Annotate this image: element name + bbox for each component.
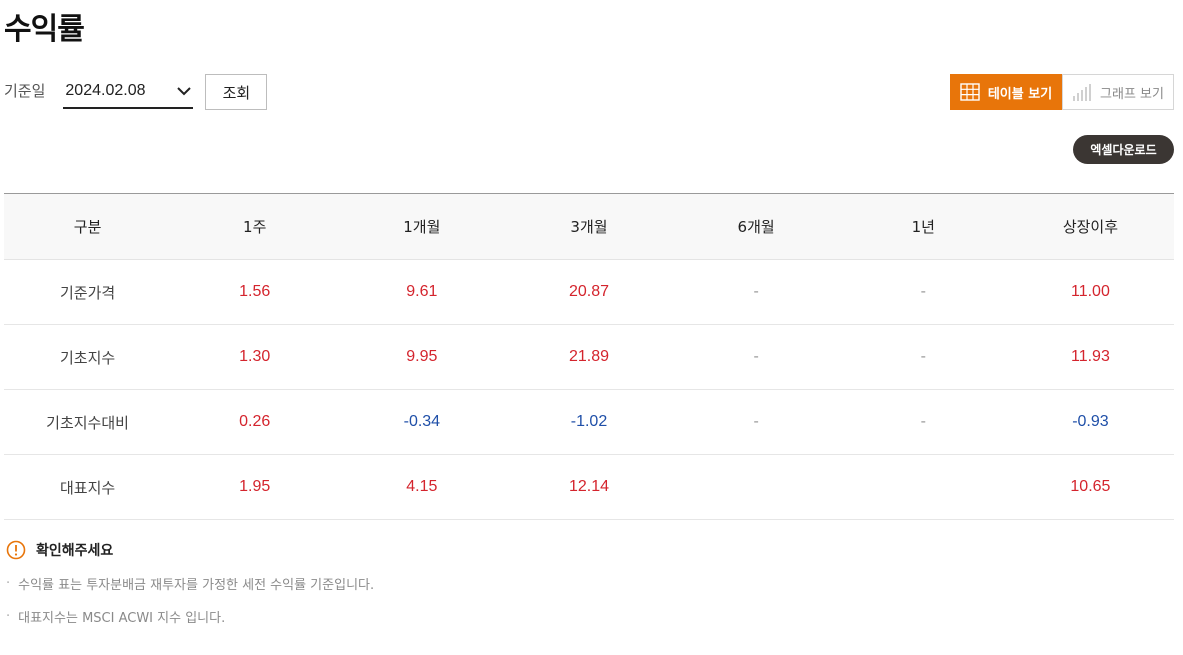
header-1w: 1주: [171, 193, 339, 260]
table-cell: -: [839, 389, 1007, 455]
header-1m: 1개월: [338, 193, 506, 260]
view-toggle: 테이블 보기 그래프 보기: [950, 74, 1174, 110]
graph-view-button[interactable]: 그래프 보기: [1062, 74, 1174, 110]
table-header-row: 구분 1주 1개월 3개월 6개월 1년 상장이후: [4, 193, 1174, 260]
exclamation-circle-icon: [6, 540, 26, 560]
notice-title: 확인해주세요: [36, 543, 114, 559]
table-cell: 0.26: [171, 389, 339, 455]
row-label: 기초지수: [4, 324, 172, 390]
date-select-value: 2024.02.08: [65, 82, 146, 99]
search-button[interactable]: 조회: [205, 74, 268, 110]
table-cell: -: [839, 259, 1007, 325]
table-row: 기초지수대비 0.26 -0.34 -1.02 - - -0.93: [4, 389, 1174, 455]
header-1y: 1년: [839, 193, 1007, 260]
table-row: 기준가격 1.56 9.61 20.87 - - 11.00: [4, 259, 1174, 325]
table-cell: 1.56: [171, 259, 339, 325]
page-title: 수익률: [4, 12, 85, 47]
date-select[interactable]: 2024.02.08: [63, 75, 194, 109]
row-label: 대표지수: [4, 454, 172, 520]
table-cell: -: [672, 259, 840, 325]
table-cell: -0.93: [1006, 389, 1174, 455]
date-filter: 기준일 2024.02.08 조회: [4, 74, 268, 110]
table-cell: -: [672, 389, 840, 455]
table-row: 대표지수 1.95 4.15 12.14 10.65: [4, 454, 1174, 520]
table-cell: -: [672, 324, 840, 390]
header-6m: 6개월: [672, 193, 840, 260]
header-category: 구분: [4, 193, 172, 260]
table-cell: 1.95: [171, 454, 339, 520]
table-grid-icon: [960, 83, 980, 101]
table-cell: 11.93: [1006, 324, 1174, 390]
table-cell: [672, 454, 840, 520]
table-cell: [839, 454, 1007, 520]
notice-item-text: 대표지수는 MSCI ACWI 지수 입니다.: [18, 611, 226, 626]
notice-item-text: 수익률 표는 투자분배금 재투자를 가정한 세전 수익률 기준입니다.: [18, 578, 375, 593]
bullet-icon: ·: [6, 576, 11, 591]
table-cell: 1.30: [171, 324, 339, 390]
header-since-listing: 상장이후: [1006, 193, 1174, 260]
row-label: 기초지수대비: [4, 389, 172, 455]
table-cell: -1.02: [505, 389, 673, 455]
excel-download-button[interactable]: 엑셀다운로드: [1073, 135, 1174, 164]
table-view-button[interactable]: 테이블 보기: [950, 74, 1062, 110]
bar-chart-icon: [1072, 82, 1092, 102]
bullet-icon: ·: [6, 609, 11, 624]
chevron-down-icon: [177, 84, 192, 98]
notice-item: · 수익률 표는 투자분배금 재투자를 가정한 세전 수익률 기준입니다.: [6, 574, 374, 593]
table-row: 기초지수 1.30 9.95 21.89 - - 11.93: [4, 324, 1174, 390]
notice-item: · 대표지수는 MSCI ACWI 지수 입니다.: [6, 607, 374, 626]
notice-heading: 확인해주세요: [6, 540, 374, 560]
table-cell: 12.14: [505, 454, 673, 520]
graph-view-label: 그래프 보기: [1100, 86, 1164, 102]
table-cell: 9.95: [338, 324, 506, 390]
table-cell: 21.89: [505, 324, 673, 390]
date-filter-label: 기준일: [4, 81, 46, 100]
table-view-label: 테이블 보기: [987, 86, 1053, 102]
table-cell: 9.61: [338, 259, 506, 325]
table-cell: 10.65: [1006, 454, 1174, 520]
notice-section: 확인해주세요 · 수익률 표는 투자분배금 재투자를 가정한 세전 수익률 기준…: [6, 540, 374, 626]
table-cell: -0.34: [338, 389, 506, 455]
table-cell: -: [839, 324, 1007, 390]
table-cell: 11.00: [1006, 259, 1174, 325]
row-label: 기준가격: [4, 259, 172, 325]
returns-table: 구분 1주 1개월 3개월 6개월 1년 상장이후 기준가격 1.56 9.61…: [4, 193, 1174, 520]
table-cell: 4.15: [338, 454, 506, 520]
header-3m: 3개월: [505, 193, 673, 260]
table-cell: 20.87: [505, 259, 673, 325]
